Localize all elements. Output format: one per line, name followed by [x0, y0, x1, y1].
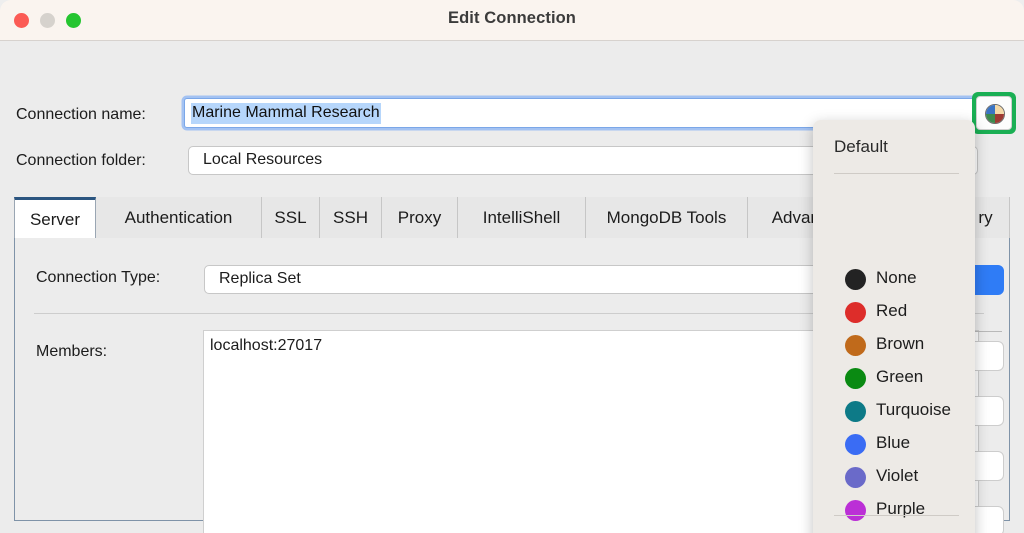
- color-menu-item-purple[interactable]: Purple: [813, 494, 975, 527]
- color-menu-item-turquoise[interactable]: Turquoise: [813, 395, 975, 428]
- tab-label: ry: [978, 208, 992, 228]
- color-swatch-icon: [845, 401, 866, 422]
- connection-type-value: Replica Set: [219, 270, 301, 288]
- color-swatch-icon: [845, 302, 866, 323]
- members-label: Members:: [36, 343, 107, 361]
- connection-type-label: Connection Type:: [36, 269, 160, 287]
- connection-folder-label: Connection folder:: [16, 152, 146, 170]
- wheel-quadrant-1: [986, 105, 995, 114]
- color-menu-item-label: None: [876, 268, 917, 288]
- edit-connection-dialog: Edit Connection Connection name: Marine …: [0, 0, 1024, 533]
- tab-intellishell[interactable]: IntelliShell: [458, 197, 586, 239]
- connection-name-value: Marine Mammal Research: [191, 103, 381, 124]
- wheel-quadrant-2: [995, 105, 1004, 114]
- color-swatch-icon: [845, 467, 866, 488]
- connection-name-label: Connection name:: [16, 106, 146, 124]
- color-swatch-icon: [845, 335, 866, 356]
- wheel-quadrant-4: [995, 114, 1004, 123]
- color-menu-item-pink[interactable]: Pink: [813, 527, 975, 533]
- tab-label: Authentication: [125, 208, 233, 228]
- color-menu-item-violet[interactable]: Violet: [813, 461, 975, 494]
- color-menu-separator-top: [834, 173, 959, 174]
- color-menu-item-none[interactable]: None: [813, 263, 975, 296]
- tab-label: Proxy: [398, 208, 441, 228]
- connection-color-button[interactable]: [972, 92, 1016, 134]
- color-menu-separator-bottom: [834, 515, 959, 516]
- color-menu-item-brown[interactable]: Brown: [813, 329, 975, 362]
- color-menu-item-label: Red: [876, 301, 907, 321]
- color-menu-item-label: Turquoise: [876, 400, 951, 420]
- titlebar: Edit Connection: [0, 0, 1024, 41]
- dialog-body: Connection name: Marine Mammal Research …: [0, 41, 1024, 533]
- tab-label: Server: [30, 210, 80, 230]
- color-menu-item-label: Brown: [876, 334, 924, 354]
- connection-folder-value: Local Resources: [203, 151, 322, 169]
- tab-proxy[interactable]: Proxy: [382, 197, 458, 239]
- tab-authentication[interactable]: Authentication: [96, 197, 262, 239]
- tab-ssh[interactable]: SSH: [320, 197, 382, 239]
- tab-label: SSL: [274, 208, 306, 228]
- color-swatch-icon: [845, 269, 866, 290]
- color-swatch-icon: [845, 368, 866, 389]
- members-value: localhost:27017: [210, 337, 322, 355]
- color-wheel-icon: [985, 104, 1005, 124]
- wheel-quadrant-3: [986, 114, 995, 123]
- color-menu-item-red[interactable]: Red: [813, 296, 975, 329]
- color-swatch-icon: [845, 500, 866, 521]
- color-menu-item-label: Blue: [876, 433, 910, 453]
- tab-mongodb-tools[interactable]: MongoDB Tools: [586, 197, 748, 239]
- window-title: Edit Connection: [0, 9, 1024, 28]
- connection-color-button-face: [976, 96, 1012, 130]
- color-swatch-icon: [845, 434, 866, 455]
- tab-ssl[interactable]: SSL: [262, 197, 320, 239]
- color-popup-menu: Default None Red Brown Green Turquoise Blue Vi…: [813, 120, 975, 533]
- color-menu-item-label: Violet: [876, 466, 918, 486]
- tab-label: SSH: [333, 208, 368, 228]
- tab-label: MongoDB Tools: [607, 208, 727, 228]
- color-menu-item-label: Purple: [876, 499, 925, 519]
- color-menu-header[interactable]: Default: [834, 137, 888, 157]
- color-menu-item-label: Green: [876, 367, 923, 387]
- tab-server[interactable]: Server: [14, 197, 96, 239]
- color-menu-item-blue[interactable]: Blue: [813, 428, 975, 461]
- color-menu-item-green[interactable]: Green: [813, 362, 975, 395]
- tab-label: IntelliShell: [483, 208, 561, 228]
